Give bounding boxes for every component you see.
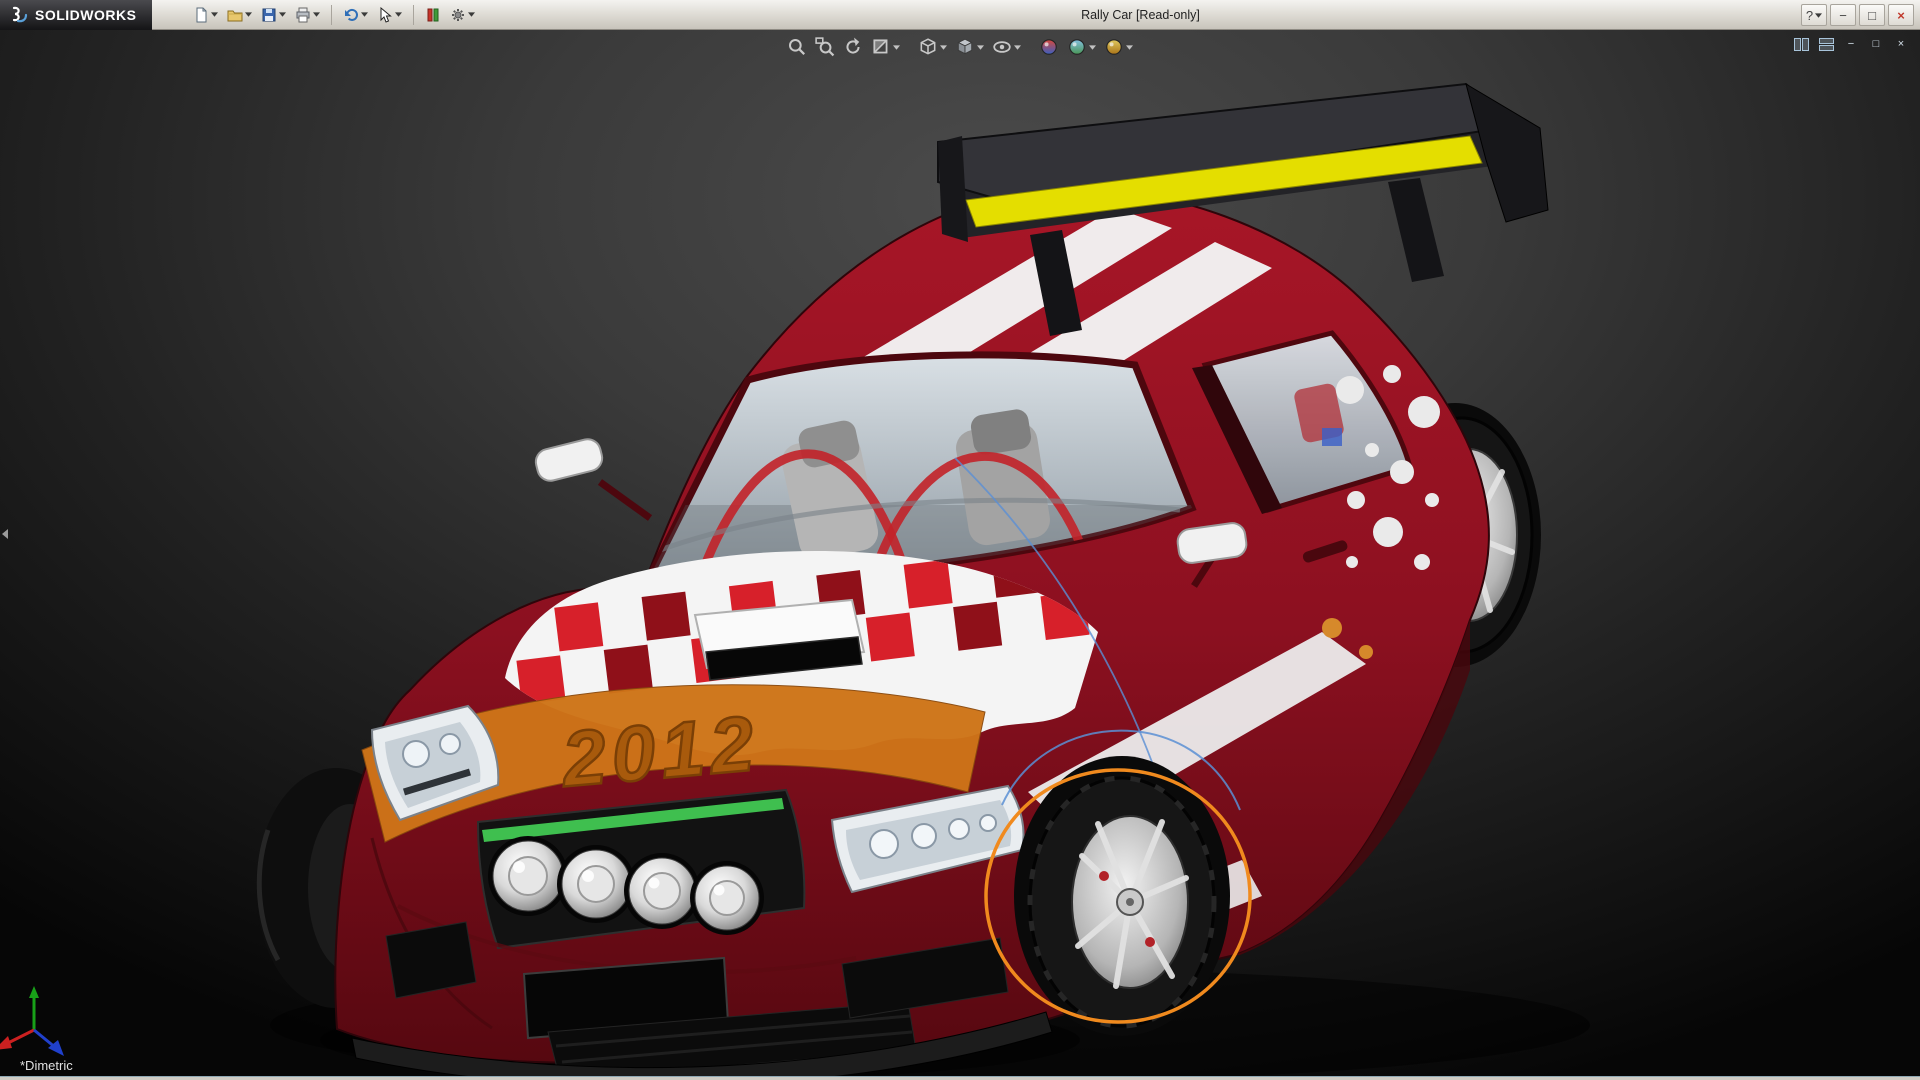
split-pane-icon <box>1794 38 1809 51</box>
brand-name: SOLIDWORKS <box>35 7 136 23</box>
section-view-button[interactable] <box>869 35 902 59</box>
minimize-glyph: − <box>1848 39 1854 50</box>
rebuild-icon <box>425 7 441 23</box>
window-controls: ? − □ × <box>1801 4 1914 26</box>
minimize-glyph: − <box>1839 8 1847 23</box>
zoom-to-area-button[interactable] <box>813 35 837 59</box>
panel-splitter-handle[interactable] <box>0 522 10 548</box>
apply-scene-button[interactable] <box>1065 35 1098 59</box>
solidworks-logo: SOLIDWORKS <box>0 0 152 30</box>
maximize-glyph: □ <box>1868 8 1876 23</box>
view-orientation-button[interactable] <box>916 35 949 59</box>
status-bar-edge <box>0 1076 1920 1080</box>
car-model-render[interactable]: 2012 <box>0 30 1920 1080</box>
3ds-logo-icon <box>8 5 28 25</box>
dropdown-caret-icon <box>1815 13 1822 18</box>
title-bar: SOLIDWORKS <box>0 0 1920 30</box>
previous-view-icon <box>843 37 863 57</box>
select-button[interactable] <box>374 5 405 25</box>
document-title: Rally Car [Read-only] <box>1081 0 1200 30</box>
dropdown-caret-icon <box>1126 45 1133 50</box>
display-pane-button[interactable] <box>1817 36 1835 52</box>
view-orientation-cube-icon <box>918 37 938 57</box>
previous-view-button[interactable] <box>841 35 865 59</box>
view-settings-button[interactable] <box>1102 35 1135 59</box>
edit-appearance-button[interactable] <box>1037 35 1061 59</box>
stacked-pane-icon <box>1819 38 1834 51</box>
section-view-icon <box>871 37 891 57</box>
dropdown-caret-icon <box>361 12 368 17</box>
minimize-button[interactable]: − <box>1830 4 1856 26</box>
appearance-sphere-icon <box>1039 37 1059 57</box>
rebuild-button[interactable] <box>422 5 444 25</box>
toolbar-separator <box>413 5 414 25</box>
dropdown-caret-icon <box>977 45 984 50</box>
zoom-to-area-icon <box>815 37 835 57</box>
display-style-cube-icon <box>955 37 975 57</box>
chrome-lamp <box>690 861 764 935</box>
toolbar-separator <box>331 5 332 25</box>
graphics-area[interactable]: 2012 <box>0 30 1920 1080</box>
open-button[interactable] <box>224 5 255 25</box>
dropdown-caret-icon <box>395 12 402 17</box>
select-cursor-icon <box>377 7 393 23</box>
close-glyph: × <box>1897 8 1905 23</box>
view-settings-icon <box>1104 37 1124 57</box>
hide-show-items-button[interactable] <box>990 35 1023 59</box>
document-restore-button[interactable]: □ <box>1867 36 1885 52</box>
display-style-button[interactable] <box>953 35 986 59</box>
main-toolbar <box>152 5 478 25</box>
dropdown-caret-icon <box>1014 45 1021 50</box>
task-pane-button[interactable] <box>1792 36 1810 52</box>
dropdown-caret-icon <box>468 12 475 17</box>
dropdown-caret-icon <box>313 12 320 17</box>
restore-glyph: □ <box>1873 39 1880 50</box>
document-window-controls: − □ × <box>1792 36 1910 52</box>
zoom-to-fit-button[interactable] <box>785 35 809 59</box>
options-button[interactable] <box>447 5 478 25</box>
new-document-button[interactable] <box>190 5 221 25</box>
open-folder-icon <box>227 7 243 23</box>
close-button[interactable]: × <box>1888 4 1914 26</box>
options-gear-icon <box>450 7 466 23</box>
scene-globe-icon <box>1067 37 1087 57</box>
left-mirror[interactable] <box>533 436 650 518</box>
front-wheel[interactable] <box>1014 756 1230 1036</box>
help-button[interactable]: ? <box>1801 4 1827 26</box>
maximize-button[interactable]: □ <box>1859 4 1885 26</box>
chrome-lamp <box>557 845 635 923</box>
document-close-button[interactable]: × <box>1892 36 1910 52</box>
collapse-arrow-icon <box>2 529 8 539</box>
car-decal-year: 2012 <box>557 698 763 803</box>
undo-button[interactable] <box>340 5 371 25</box>
dropdown-caret-icon <box>211 12 218 17</box>
new-document-icon <box>193 7 209 23</box>
save-floppy-icon <box>261 7 277 23</box>
dropdown-caret-icon <box>1089 45 1096 50</box>
orientation-triad <box>0 986 64 1056</box>
close-glyph: × <box>1898 39 1904 50</box>
eye-icon <box>992 37 1012 57</box>
dropdown-caret-icon <box>279 12 286 17</box>
document-minimize-button[interactable]: − <box>1842 36 1860 52</box>
undo-icon <box>343 7 359 23</box>
chrome-lamp <box>624 853 700 929</box>
dropdown-caret-icon <box>893 45 900 50</box>
dropdown-caret-icon <box>940 45 947 50</box>
heads-up-view-toolbar <box>785 35 1135 59</box>
print-button[interactable] <box>292 5 323 25</box>
zoom-to-fit-icon <box>787 37 807 57</box>
view-orientation-label: *Dimetric <box>20 1058 73 1073</box>
save-button[interactable] <box>258 5 289 25</box>
dropdown-caret-icon <box>245 12 252 17</box>
print-icon <box>295 7 311 23</box>
help-label: ? <box>1806 8 1813 23</box>
chrome-lamp <box>488 836 568 916</box>
